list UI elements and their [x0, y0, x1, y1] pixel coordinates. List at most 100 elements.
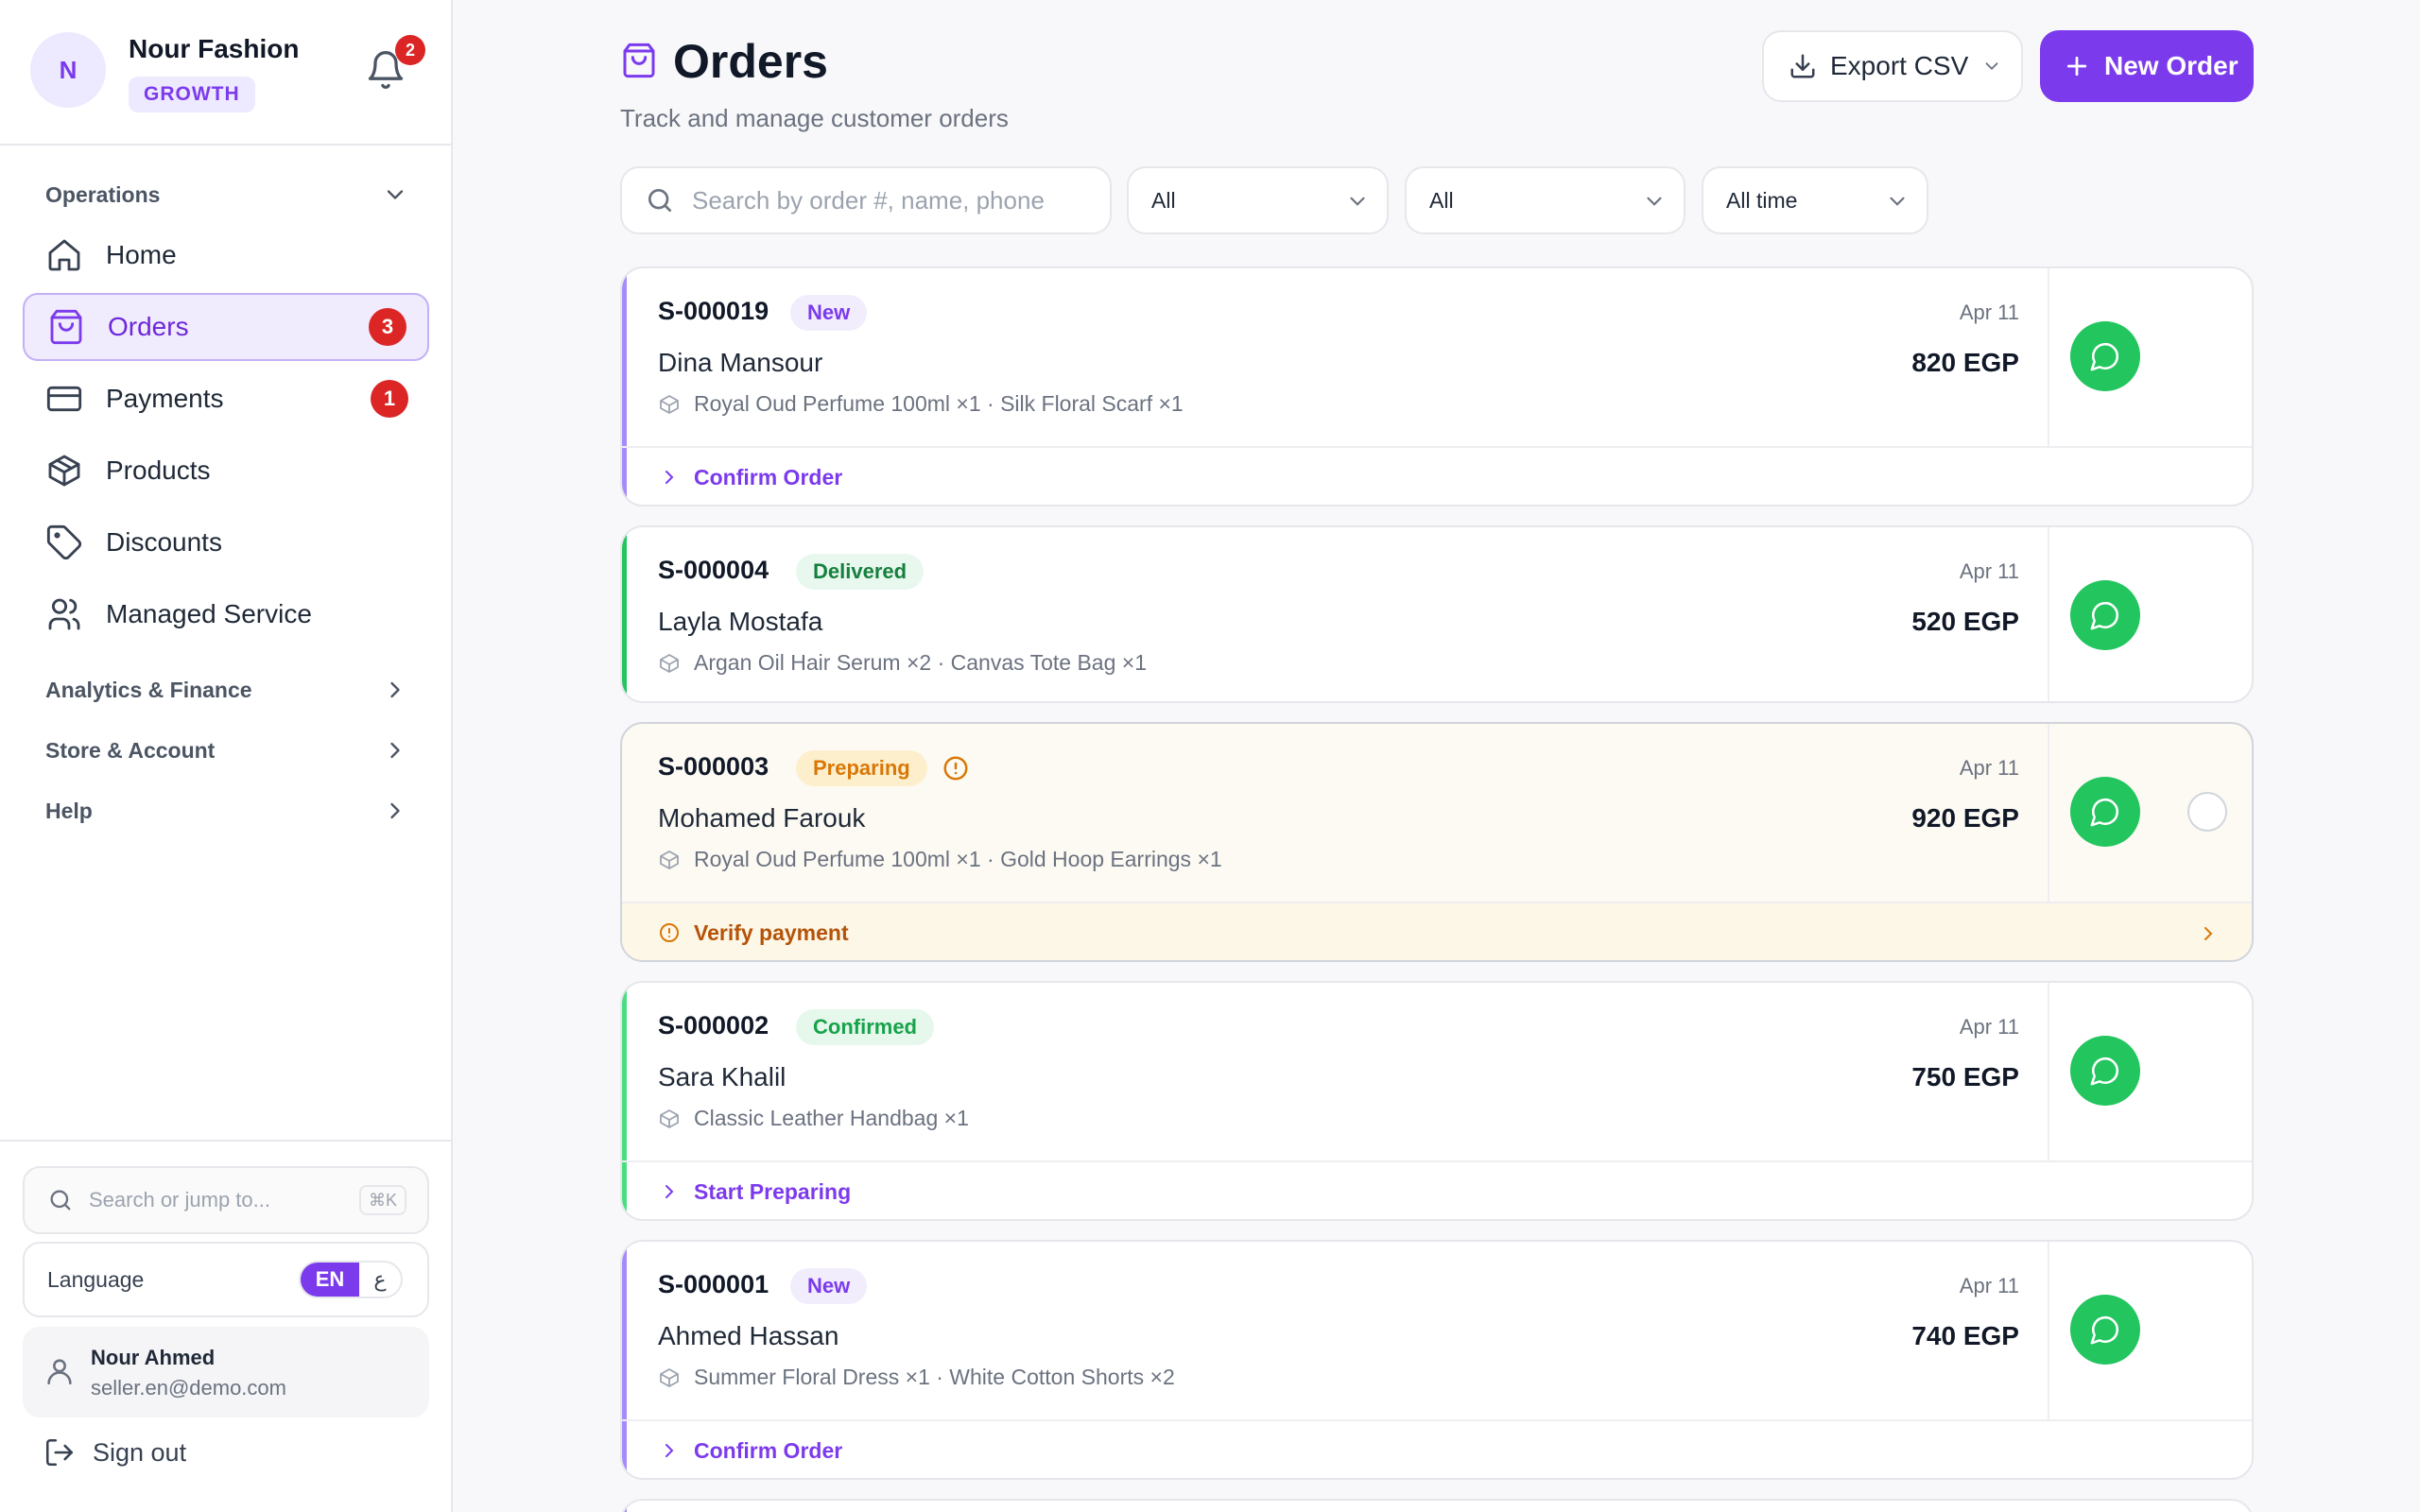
select-order-checkbox[interactable]	[2187, 792, 2227, 832]
sidebar-item-discounts[interactable]: Discounts	[23, 508, 429, 576]
status-accent-bar	[622, 1501, 627, 1512]
chevron-down-icon	[1981, 56, 2002, 77]
status-filter-select[interactable]: All	[1127, 166, 1389, 234]
user-profile[interactable]: Nour Ahmed seller.en@demo.com	[23, 1327, 429, 1418]
lang-en-option[interactable]: EN	[301, 1263, 359, 1297]
whatsapp-button[interactable]	[2070, 1295, 2140, 1365]
sidebar-item-label: Products	[106, 455, 211, 485]
order-card[interactable]: S-000002 Confirmed Sara Khalil Classic L…	[620, 981, 2254, 1221]
order-summary[interactable]: S-000004 Delivered Layla Mostafa Argan O…	[622, 527, 2049, 701]
order-summary[interactable]: S-000001 New Ahmed Hassan Summer Floral …	[622, 1242, 2049, 1419]
search-icon	[47, 1187, 74, 1213]
sidebar-footer: Search or jump to... ⌘K Language EN ع No…	[0, 1140, 451, 1512]
payments-count-badge: 1	[371, 380, 408, 418]
sidebar-item-label: Discounts	[106, 527, 222, 557]
order-date: Apr 11	[1959, 559, 2019, 583]
package-icon	[658, 1366, 681, 1389]
order-action-row[interactable]: Confirm Order	[622, 446, 2252, 505]
payment-filter-select[interactable]: All	[1405, 166, 1685, 234]
download-icon	[1789, 52, 1817, 80]
status-filter-value: All	[1151, 187, 1176, 213]
status-badge: Delivered	[796, 554, 925, 590]
notification-count-badge: 2	[395, 35, 425, 65]
order-date: Apr 11	[1959, 1274, 2019, 1297]
sidebar-item-products[interactable]: Products	[23, 437, 429, 505]
sidebar: N Nour Fashion GROWTH 2 Operations Home …	[0, 0, 453, 1512]
store-avatar[interactable]: N	[30, 32, 106, 108]
nav-section-analytics-finance[interactable]: Analytics & Finance	[45, 678, 252, 703]
order-card[interactable]: S-000003 Preparing Mohamed Farouk Royal …	[620, 722, 2254, 962]
order-amount: 520 EGP	[1911, 607, 2019, 636]
order-number: S-000004	[658, 556, 769, 584]
order-summary[interactable]: S-000003 Preparing Mohamed Farouk Royal …	[622, 724, 2049, 902]
customer-name: Sara Khalil	[658, 1062, 786, 1091]
chat-bubble-icon	[2089, 599, 2121, 631]
nav-section-store-account[interactable]: Store & Account	[45, 738, 215, 764]
customer-name: Dina Mansour	[658, 348, 823, 377]
nav-section-operations[interactable]: Operations	[45, 182, 160, 208]
whatsapp-button[interactable]	[2070, 777, 2140, 847]
order-card[interactable]: S-000004 Delivered Layla Mostafa Argan O…	[620, 525, 2254, 703]
order-date: Apr 11	[1959, 301, 2019, 324]
language-label: Language	[47, 1266, 145, 1292]
chat-bubble-icon	[2089, 796, 2121, 828]
order-items: Summer Floral Dress ×1 · White Cotton Sh…	[658, 1365, 1175, 1390]
order-number: S-000001	[658, 1270, 769, 1298]
period-filter-value: All time	[1726, 187, 1798, 213]
orders-count-badge: 3	[369, 308, 406, 346]
whatsapp-button[interactable]	[2070, 321, 2140, 391]
jump-search-input[interactable]: Search or jump to... ⌘K	[23, 1166, 429, 1234]
period-filter-select[interactable]: All time	[1702, 166, 1928, 234]
plus-icon	[2063, 52, 2091, 80]
order-action-row[interactable]: Start Preparing	[622, 1160, 2252, 1219]
package-icon	[658, 1108, 681, 1130]
whatsapp-button[interactable]	[2070, 1036, 2140, 1106]
chevron-down-icon	[1345, 189, 1370, 214]
order-number: S-000019	[658, 297, 769, 325]
package-icon	[658, 393, 681, 416]
order-date: Apr 11	[1959, 1015, 2019, 1039]
credit-card-icon	[45, 380, 83, 418]
user-email: seller.en@demo.com	[91, 1376, 286, 1400]
chevron-down-icon	[1642, 189, 1667, 214]
export-csv-button[interactable]: Export CSV	[1762, 30, 2023, 102]
order-items: Royal Oud Perfume 100ml ×1 · Silk Floral…	[658, 391, 1184, 417]
chevron-right-icon[interactable]	[382, 677, 408, 703]
whatsapp-button[interactable]	[2070, 580, 2140, 650]
order-action-label: Confirm Order	[694, 464, 843, 490]
order-card[interactable]: S-000019 New Dina Mansour Royal Oud Perf…	[620, 266, 2254, 507]
package-icon	[658, 652, 681, 675]
plan-badge: GROWTH	[129, 77, 255, 112]
order-summary[interactable]: S-000002 Confirmed Sara Khalil Classic L…	[622, 983, 2049, 1160]
order-summary[interactable]: S-000019 New Dina Mansour Royal Oud Perf…	[622, 268, 2049, 446]
chevron-down-icon[interactable]	[382, 181, 408, 208]
signout-button[interactable]: Sign out	[43, 1436, 186, 1469]
order-amount: 820 EGP	[1911, 348, 2019, 377]
nav-section-help[interactable]: Help	[45, 799, 93, 824]
order-action-row[interactable]: Confirm Order	[622, 1419, 2252, 1478]
order-search-input[interactable]: Search by order #, name, phone	[620, 166, 1112, 234]
alert-circle-icon	[942, 754, 970, 782]
order-card[interactable]	[620, 1499, 2254, 1512]
new-order-label: New Order	[2104, 51, 2238, 80]
language-toggle[interactable]: EN ع	[299, 1261, 403, 1298]
new-order-button[interactable]: New Order	[2040, 30, 2254, 102]
lang-ar-option[interactable]: ع	[359, 1263, 401, 1297]
sidebar-item-managed-service[interactable]: Managed Service	[23, 580, 429, 648]
box-icon	[45, 452, 83, 490]
chevron-right-icon[interactable]	[382, 798, 408, 824]
order-items-text: Classic Leather Handbag ×1	[694, 1106, 969, 1130]
chevron-right-icon	[658, 1180, 681, 1203]
sidebar-item-payments[interactable]: Payments 1	[23, 365, 429, 433]
chevron-right-icon[interactable]	[382, 737, 408, 764]
sidebar-item-orders[interactable]: Orders 3	[23, 293, 429, 361]
package-icon	[658, 849, 681, 871]
alert-circle-icon	[658, 921, 681, 944]
chevron-right-icon	[658, 466, 681, 489]
verify-payment-row[interactable]: Verify payment	[622, 902, 2252, 960]
order-card[interactable]: S-000001 New Ahmed Hassan Summer Floral …	[620, 1240, 2254, 1480]
order-amount: 920 EGP	[1911, 803, 2019, 833]
sidebar-item-home[interactable]: Home	[23, 221, 429, 289]
search-icon	[645, 185, 675, 215]
shopping-bag-icon	[47, 308, 85, 346]
